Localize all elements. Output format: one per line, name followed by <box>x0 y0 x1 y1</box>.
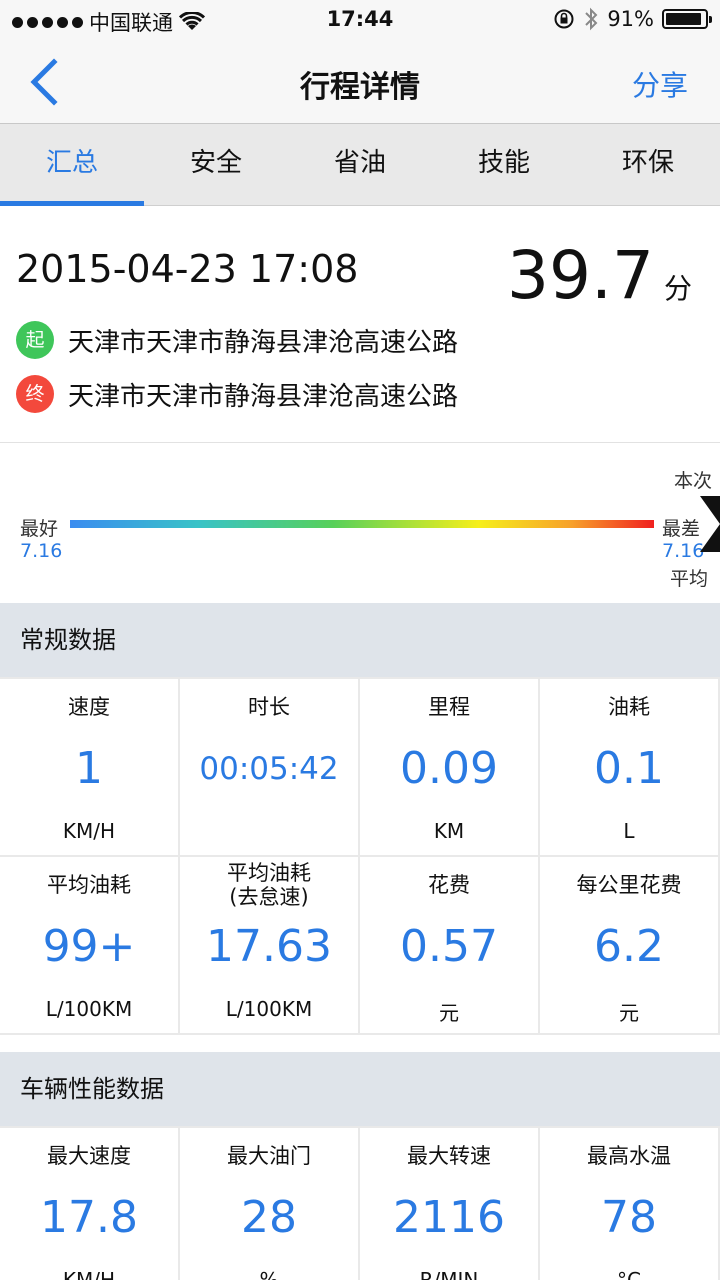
vehicle-data-header: 车辆性能数据 <box>0 1052 720 1126</box>
stat-value: 00:05:42 <box>199 751 339 787</box>
stat-value: 2116 <box>393 1192 505 1243</box>
vehicle-data-grid: 最大速度 17.8 KM/H 最大油门 28 % 最大转速 2116 R/MIN… <box>0 1126 720 1280</box>
stat-distance: 里程 0.09 KM <box>360 679 538 855</box>
stat-value: 6.2 <box>594 921 664 972</box>
average-label: 平均 <box>670 568 709 590</box>
stat-cost: 花费 0.57 元 <box>360 857 538 1033</box>
stat-unit: KM/H <box>62 819 116 843</box>
stat-max-water-temp: 最高水温 78 °C <box>540 1128 718 1280</box>
general-data-header: 常规数据 <box>0 603 720 677</box>
stat-label: 油耗 <box>608 695 650 719</box>
stat-unit: L/100KM <box>45 997 133 1021</box>
stat-speed: 速度 1 KM/H <box>0 679 178 855</box>
stat-avg-fuel-no-idle: 平均油耗 (去怠速) 17.63 L/100KM <box>180 857 358 1033</box>
stat-label: 平均油耗 (去怠速) <box>227 861 311 909</box>
stat-max-throttle: 最大油门 28 % <box>180 1128 358 1280</box>
current-marker-icon <box>700 496 720 552</box>
trip-score-unit: 分 <box>663 272 692 305</box>
score-scale: 最好 7.16 本次 最差 7.16 平均 <box>0 444 720 602</box>
status-bar: 中国联通 17:44 91% <box>0 0 720 40</box>
stat-label: 里程 <box>428 695 470 719</box>
rotation-lock-icon <box>554 9 574 29</box>
worst-value: 7.16 <box>662 540 705 562</box>
tab-skill[interactable]: 技能 <box>432 124 576 205</box>
end-location-text: 天津市天津市静海县津沧高速公路 <box>68 381 459 412</box>
battery-percent: 91% <box>607 7 654 31</box>
stat-duration: 时长 00:05:42 <box>180 679 358 855</box>
stat-max-rpm: 最大转速 2116 R/MIN <box>360 1128 538 1280</box>
stat-value: 0.57 <box>400 921 498 972</box>
stat-label: 最大转速 <box>407 1144 491 1168</box>
page-title: 行程详情 <box>300 70 420 105</box>
tab-eco[interactable]: 环保 <box>576 124 720 205</box>
start-badge: 起 <box>16 321 54 359</box>
stat-unit: L/100KM <box>225 997 313 1021</box>
stat-label: 花费 <box>428 873 470 897</box>
gradient-bar <box>70 520 654 528</box>
stat-unit: KM <box>433 819 465 843</box>
stat-label: 速度 <box>68 695 110 719</box>
stat-unit: 元 <box>439 1001 459 1025</box>
stat-value: 99+ <box>42 921 136 972</box>
start-location-text: 天津市天津市静海县津沧高速公路 <box>68 327 459 358</box>
stat-unit: °C <box>617 1268 641 1280</box>
stat-label: 平均油耗 <box>47 873 131 897</box>
stat-label: 最高水温 <box>587 1144 671 1168</box>
trip-datetime: 2015-04-23 17:08 <box>16 247 359 291</box>
stat-value: 17.8 <box>40 1192 138 1243</box>
stat-value: 17.63 <box>206 921 332 972</box>
stat-label: 每公里花费 <box>576 873 682 897</box>
general-data-grid: 速度 1 KM/H 时长 00:05:42 里程 0.09 KM 油耗 0.1 … <box>0 677 720 1035</box>
stat-cost-per-km: 每公里花费 6.2 元 <box>540 857 718 1033</box>
worst-label: 最差 <box>662 518 701 540</box>
nav-bar: 行程详情 分享 <box>0 40 720 124</box>
battery-level <box>666 13 701 25</box>
stat-unit: L <box>623 819 635 843</box>
stat-unit: R/MIN <box>419 1268 479 1280</box>
share-button[interactable]: 分享 <box>632 64 688 104</box>
stat-max-speed: 最大速度 17.8 KM/H <box>0 1128 178 1280</box>
tab-summary[interactable]: 汇总 <box>0 124 144 206</box>
stat-avg-fuel: 平均油耗 99+ L/100KM <box>0 857 178 1033</box>
best-value: 7.16 <box>20 540 63 562</box>
stat-unit: 元 <box>619 1001 639 1025</box>
status-right: 91% <box>553 7 712 31</box>
end-badge: 终 <box>16 375 54 413</box>
bluetooth-icon <box>585 7 598 31</box>
stat-value: 28 <box>241 1192 297 1243</box>
trip-score: 39.7 <box>507 237 654 314</box>
tab-bar: 汇总 安全 省油 技能 环保 <box>0 124 720 206</box>
stat-value: 78 <box>601 1192 657 1243</box>
tab-fuel-saving[interactable]: 省油 <box>288 124 432 205</box>
stat-fuel: 油耗 0.1 L <box>540 679 718 855</box>
tab-safety[interactable]: 安全 <box>144 124 288 205</box>
stat-label: 时长 <box>248 695 290 719</box>
stat-value: 1 <box>75 743 103 794</box>
current-label: 本次 <box>674 470 713 492</box>
trip-summary: 2015-04-23 17:08 39.7 分 起 天津市天津市静海县津沧高速公… <box>0 207 720 443</box>
stat-value: 0.09 <box>400 743 498 794</box>
stat-value: 0.1 <box>594 743 664 794</box>
stat-unit: % <box>259 1268 279 1280</box>
end-location: 终 天津市天津市静海县津沧高速公路 <box>16 375 458 413</box>
stat-unit: KM/H <box>62 1268 116 1280</box>
best-label: 最好 <box>20 518 59 540</box>
battery-icon <box>662 9 712 29</box>
start-location: 起 天津市天津市静海县津沧高速公路 <box>16 321 458 359</box>
stat-label: 最大油门 <box>227 1144 311 1168</box>
stat-label: 最大速度 <box>47 1144 131 1168</box>
